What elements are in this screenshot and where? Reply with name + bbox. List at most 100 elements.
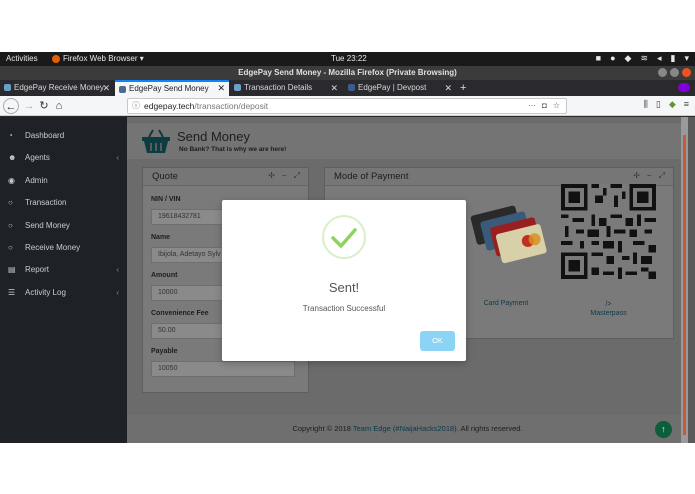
tab-strip: EdgePay Receive Money ✕ EdgePay Send Mon… [0, 80, 695, 96]
back-button[interactable]: ← [3, 98, 19, 114]
window-title: EdgePay Send Money - Mozilla Firefox (Pr… [238, 68, 457, 77]
page-actions-icon[interactable]: ··· [528, 99, 536, 113]
extension-icon[interactable]: ◆ [669, 99, 676, 110]
tab-send-money[interactable]: EdgePay Send Money ✕ [115, 80, 229, 96]
tab-devpost[interactable]: EdgePay | Devpost ✕ [344, 80, 456, 96]
app-menu-label: Firefox Web Browser ▾ [63, 54, 144, 63]
copyright-prefix: Copyright © 2018 [292, 424, 353, 433]
move-icon[interactable]: ✢ [633, 171, 640, 181]
sidebar-item-label: Agents [25, 153, 50, 162]
checkmark-icon [331, 228, 357, 248]
file-icon: ▤ [8, 265, 16, 274]
amount-label: Amount [151, 272, 178, 279]
clock[interactable]: Tue 23:22 [331, 54, 367, 63]
tab-transaction-details[interactable]: Transaction Details ✕ [230, 80, 342, 96]
close-tab-icon[interactable]: ✕ [444, 80, 452, 96]
firefox-icon [52, 54, 60, 63]
library-icon[interactable]: ⫼ [644, 99, 648, 110]
chevron-left-icon: ‹ [116, 153, 119, 162]
sidebar-item-label: Activity Log [25, 288, 66, 297]
circle-icon: ○ [8, 221, 13, 230]
chevron-left-icon: ‹ [116, 265, 119, 274]
expand-icon[interactable]: ⤢ [659, 171, 665, 181]
camera-icon[interactable]: ■ [596, 53, 601, 64]
page-footer: Copyright © 2018 Team Edge (#NaijaHacks2… [127, 415, 688, 443]
devpost-favicon [348, 84, 355, 91]
card-payment-link[interactable]: Card Payment [465, 300, 547, 307]
forward-button[interactable]: → [21, 98, 37, 114]
sidebar-toggle-icon[interactable]: ▯ [656, 99, 661, 110]
expand-icon[interactable]: ⤢ [294, 171, 300, 181]
sidebar: ◔ Dashboard ☻ Agents ‹ ◉ Admin ○ Transac… [0, 117, 127, 443]
info-icon[interactable]: ⓘ [132, 99, 140, 113]
sidebar-item-label: Dashboard [25, 131, 65, 140]
masterpass-qr-code[interactable] [561, 184, 656, 279]
url-path: /transaction/deposit [194, 101, 269, 111]
sidebar-item-send-money[interactable]: ○ Send Money [0, 216, 127, 236]
page-title: Send Money [177, 129, 250, 144]
dashboard-icon: ◔ [8, 131, 13, 140]
menu-icon[interactable]: ≡ [684, 99, 689, 110]
masterpass-link-marker[interactable]: /> [561, 301, 656, 308]
team-link[interactable]: Team Edge (#NaijaHacks2018) [353, 424, 457, 433]
home-button[interactable]: ⌂ [51, 98, 67, 114]
sidebar-item-report[interactable]: ▤ Report ‹ [0, 260, 127, 280]
minimize-panel-icon[interactable]: − [647, 171, 652, 181]
quote-panel-title: Quote [152, 171, 178, 182]
move-icon[interactable]: ✢ [268, 171, 275, 181]
private-browsing-icon [678, 83, 690, 92]
close-tab-icon[interactable]: ✕ [102, 80, 110, 96]
url-bar[interactable]: ⓘ edgepay.tech/transaction/deposit ··· ◘… [127, 98, 567, 114]
sidebar-item-dashboard[interactable]: ◔ Dashboard [0, 126, 127, 146]
bookmark-star-icon[interactable]: ☆ [553, 99, 560, 113]
tab-receive-money[interactable]: EdgePay Receive Money ✕ [0, 80, 114, 96]
minimize-button[interactable] [658, 68, 667, 77]
navigation-bar: ← → ↻ ⌂ ⓘ edgepay.tech/transaction/depos… [0, 96, 695, 116]
list-icon: ☰ [8, 288, 16, 297]
credit-cards-image[interactable] [465, 194, 547, 270]
activities-button[interactable]: Activities [6, 54, 38, 63]
system-tray[interactable]: ■ ● ◆ ≋ ◂ ▮ ▾ [596, 53, 689, 64]
new-tab-button[interactable]: + [460, 80, 466, 96]
sidebar-item-receive-money[interactable]: ○ Receive Money [0, 238, 127, 258]
sidebar-item-label: Send Money [25, 221, 70, 230]
payable-field[interactable]: 10050 [151, 361, 295, 377]
ok-button[interactable]: OK [420, 331, 455, 351]
sidebar-item-agents[interactable]: ☻ Agents ‹ [0, 148, 127, 168]
payment-panel-title: Mode of Payment [334, 171, 409, 182]
tab-label: Transaction Details [244, 83, 313, 92]
name-label: Name [151, 234, 171, 241]
user-circle-icon: ◉ [8, 176, 15, 185]
close-tab-icon[interactable]: ✕ [330, 80, 338, 96]
minimize-panel-icon[interactable]: − [282, 171, 287, 181]
app-menu[interactable]: Firefox Web Browser ▾ [52, 54, 144, 63]
scrollbar-thumb[interactable] [683, 135, 686, 435]
sidebar-item-transaction[interactable]: ○ Transaction [0, 193, 127, 213]
sidebar-item-admin[interactable]: ◉ Admin [0, 171, 127, 191]
close-window-button[interactable] [682, 68, 691, 77]
users-icon: ☻ [8, 153, 17, 162]
scroll-to-top-button[interactable]: ↑ [655, 421, 672, 438]
circle-icon: ○ [8, 243, 13, 252]
wifi-icon: ≋ [640, 53, 648, 63]
skype-icon[interactable]: ● [610, 53, 615, 64]
gnome-top-bar: Activities Firefox Web Browser ▾ Tue 23:… [0, 52, 695, 66]
reload-button[interactable]: ↻ [36, 98, 52, 114]
close-tab-icon[interactable]: ✕ [217, 82, 225, 95]
chevron-left-icon: ‹ [116, 288, 119, 297]
dropbox-icon[interactable]: ◆ [625, 53, 632, 64]
chevron-down-icon[interactable]: ▾ [684, 53, 689, 64]
sidebar-item-activity-log[interactable]: ☰ Activity Log ‹ [0, 283, 127, 303]
nin-label: NIN / VIN [151, 196, 181, 203]
window-titlebar: EdgePay Send Money - Mozilla Firefox (Pr… [0, 66, 695, 80]
edgepay-favicon [234, 84, 241, 91]
sidebar-item-label: Transaction [25, 198, 67, 207]
pocket-icon[interactable]: ◘ [542, 99, 547, 113]
edgepay-favicon [4, 84, 11, 91]
maximize-button[interactable] [670, 68, 679, 77]
basket-icon [142, 129, 170, 153]
page-scrollbar[interactable] [681, 117, 688, 443]
masterpass-link[interactable]: Masterpass [561, 310, 656, 317]
success-modal: Sent! Transaction Successful OK [222, 200, 466, 361]
edgepay-favicon [119, 86, 126, 93]
